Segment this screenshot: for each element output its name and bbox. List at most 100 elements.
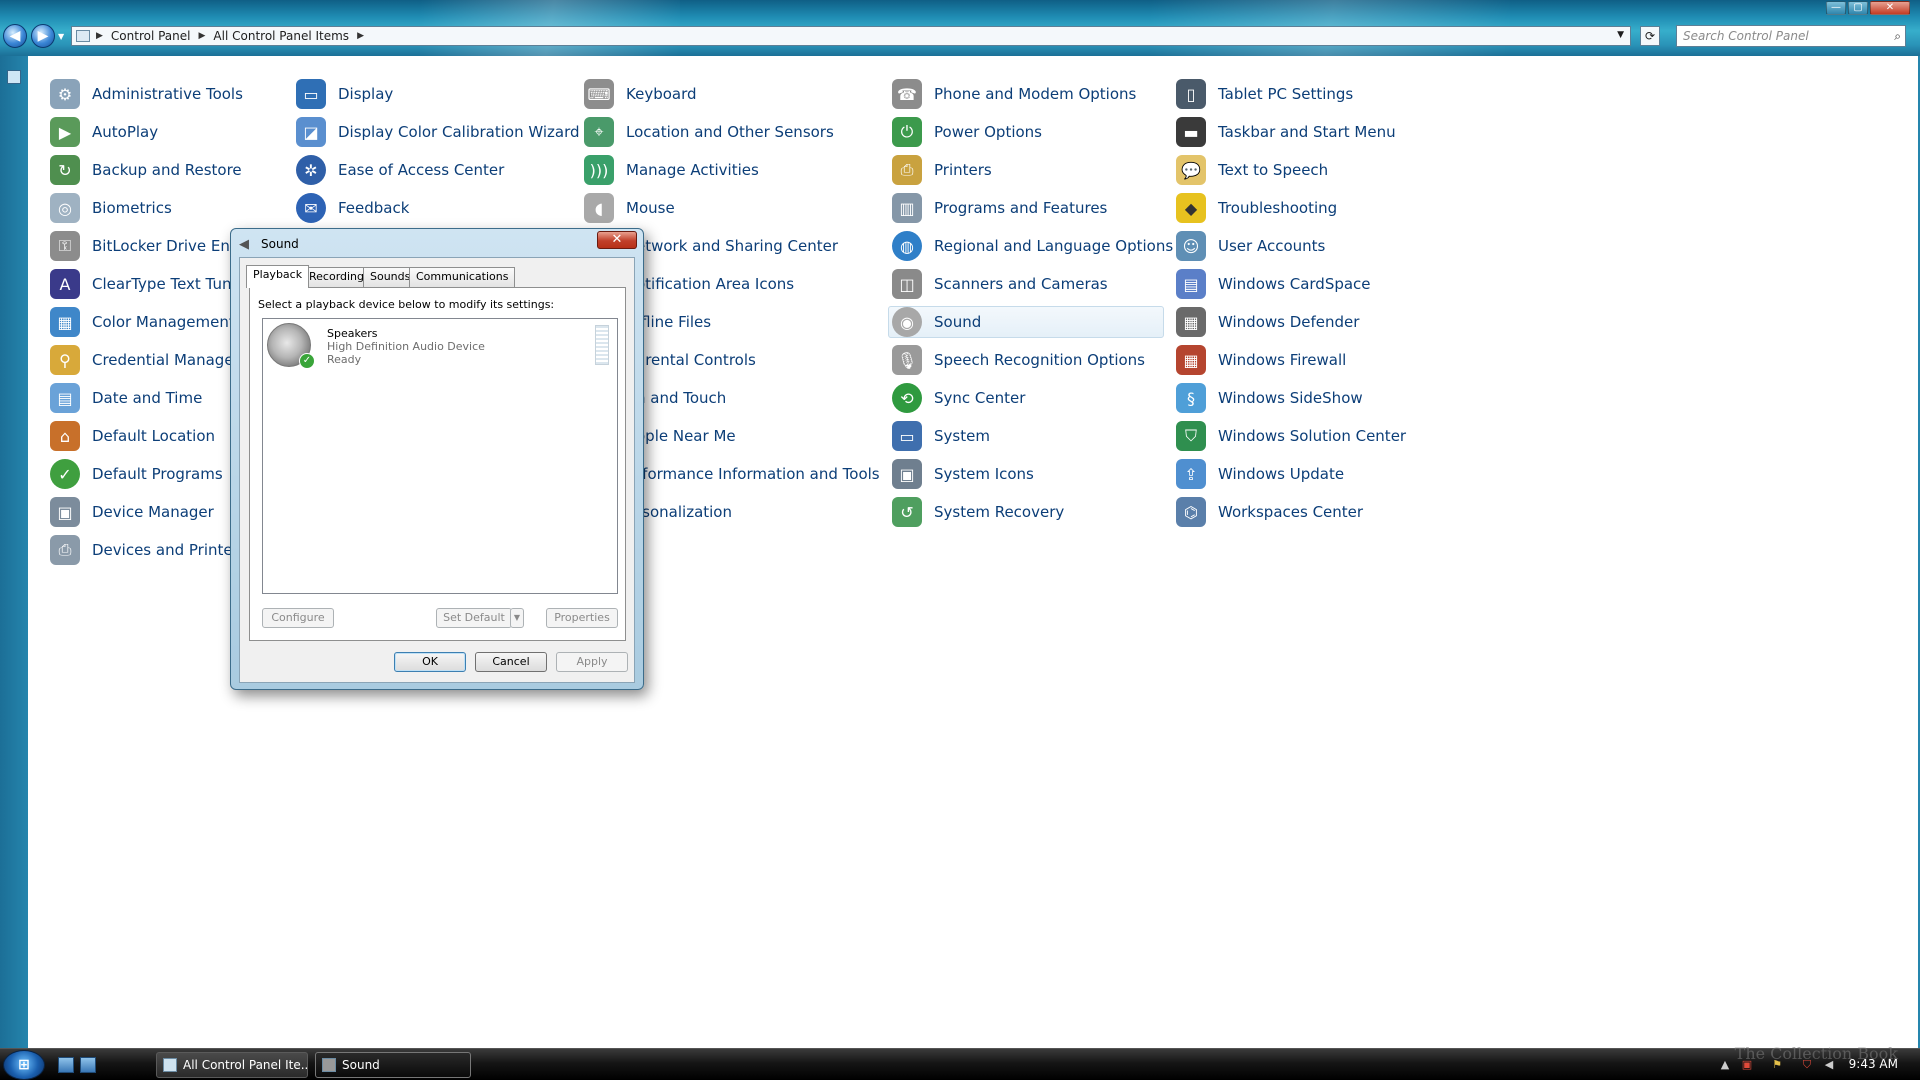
- cp-item-label: Color Management: [92, 313, 235, 331]
- tab-recording[interactable]: Recording: [302, 267, 372, 287]
- address-dropdown-icon[interactable]: ▼: [1617, 30, 1624, 40]
- cp-item[interactable]: ▤ Date and Time: [50, 382, 202, 414]
- ok-button[interactable]: OK: [394, 652, 466, 672]
- cp-item[interactable]: ⌂ Default Location: [50, 420, 215, 452]
- cp-item[interactable]: ▣ System Icons: [892, 458, 1034, 490]
- cp-item[interactable]: ⇪ Windows Update: [1176, 458, 1344, 490]
- set-default-dropdown-icon[interactable]: ▼: [510, 608, 524, 628]
- cp-item[interactable]: ▭ System: [892, 420, 990, 452]
- cp-item[interactable]: rformance Information and Tools: [636, 458, 880, 490]
- back-button[interactable]: ◀: [3, 24, 27, 48]
- device-item[interactable]: ✓ Speakers High Definition Audio Device …: [263, 319, 617, 375]
- forward-button[interactable]: ▶: [31, 24, 55, 48]
- maximize-button[interactable]: ▢: [1848, 1, 1868, 15]
- show-desktop-icon[interactable]: [58, 1057, 74, 1073]
- cp-item[interactable]: ◪ Display Color Calibration Wizard: [296, 116, 580, 148]
- apply-button[interactable]: Apply: [556, 652, 628, 672]
- cp-item[interactable]: ◆ Troubleshooting: [1176, 192, 1337, 224]
- cp-item[interactable]: ▦ Windows Defender: [1176, 306, 1359, 338]
- configure-button[interactable]: Configure: [262, 608, 334, 628]
- cp-item[interactable]: ◍ Regional and Language Options: [892, 230, 1173, 262]
- cp-item[interactable]: ⏻ Power Options: [892, 116, 1042, 148]
- breadcrumb-control-panel[interactable]: Control Panel: [103, 29, 199, 43]
- recent-pages-dropdown-icon[interactable]: ▼: [58, 32, 64, 41]
- switch-windows-icon[interactable]: [80, 1057, 96, 1073]
- cp-item[interactable]: ▶ AutoPlay: [50, 116, 158, 148]
- device-manager-icon: ▣: [50, 497, 80, 527]
- ease-of-access-icon: ✲: [296, 155, 326, 185]
- start-button[interactable]: ⊞: [3, 1050, 45, 1080]
- cp-item[interactable]: ⟲ Sync Center: [892, 382, 1025, 414]
- properties-button[interactable]: Properties: [546, 608, 618, 628]
- cp-item[interactable]: ◖ Mouse: [584, 192, 675, 224]
- cp-item[interactable]: ⚲ Credential Manager: [50, 344, 240, 376]
- cp-item[interactable]: etwork and Sharing Center: [636, 230, 838, 262]
- control-panel-icon: [163, 1058, 177, 1072]
- cp-item[interactable]: ↻ Backup and Restore: [50, 154, 242, 186]
- cp-item[interactable]: ⛉ Windows Solution Center: [1176, 420, 1406, 452]
- cp-item[interactable]: ⎙ Devices and Printers: [50, 534, 247, 566]
- breadcrumb-separator-icon[interactable]: ▶: [357, 31, 364, 41]
- cp-item[interactable]: ↺ System Recovery: [892, 496, 1064, 528]
- cp-item[interactable]: ▬ Taskbar and Start Menu: [1176, 116, 1396, 148]
- cp-item[interactable]: ▦ Color Management: [50, 306, 235, 338]
- breadcrumb-all-items[interactable]: All Control Panel Items: [205, 29, 357, 43]
- refresh-button[interactable]: ⟳: [1640, 26, 1660, 46]
- playback-device-list[interactable]: ✓ Speakers High Definition Audio Device …: [262, 318, 618, 594]
- cp-item[interactable]: ▣ Device Manager: [50, 496, 214, 528]
- cp-item[interactable]: ffline Files: [636, 306, 711, 338]
- cp-item[interactable]: § Windows SideShow: [1176, 382, 1363, 414]
- cp-item[interactable]: 💬 Text to Speech: [1176, 154, 1328, 186]
- cp-item[interactable]: ▥ Programs and Features: [892, 192, 1107, 224]
- cp-item[interactable]: ◫ Scanners and Cameras: [892, 268, 1108, 300]
- minimize-button[interactable]: —: [1826, 1, 1846, 15]
- search-icon[interactable]: ⌕: [1894, 26, 1901, 46]
- cp-item[interactable]: ▦ Windows Firewall: [1176, 344, 1346, 376]
- breadcrumb-separator-icon[interactable]: ▶: [96, 31, 103, 41]
- cp-item[interactable]: ✓ Default Programs: [50, 458, 223, 490]
- cp-item-label: Default Programs: [92, 465, 223, 483]
- cp-item[interactable]: ◎ Biometrics: [50, 192, 172, 224]
- cp-item[interactable]: ⌨ Keyboard: [584, 78, 697, 110]
- tray-overflow-icon[interactable]: ▲: [1718, 1058, 1732, 1072]
- cp-item[interactable]: ☺ User Accounts: [1176, 230, 1325, 262]
- close-button[interactable]: ✕: [1870, 1, 1910, 15]
- cp-item[interactable]: ople Near Me: [636, 420, 736, 452]
- cp-item[interactable]: ⚿ BitLocker Drive Enc: [50, 230, 238, 262]
- cp-item[interactable]: ✉ Feedback: [296, 192, 409, 224]
- tab-playback[interactable]: Playback: [246, 265, 310, 288]
- address-bar[interactable]: ▶ Control Panel ▶ All Control Panel Item…: [71, 26, 1631, 46]
- cp-item[interactable]: ⌖ Location and Other Sensors: [584, 116, 834, 148]
- cp-item-label: Windows Solution Center: [1218, 427, 1407, 445]
- taskbar-item-control-panel[interactable]: All Control Panel Ite...: [156, 1052, 308, 1078]
- cancel-button[interactable]: Cancel: [475, 652, 547, 672]
- cp-item-label: Speech Recognition Options: [934, 351, 1145, 369]
- cp-item[interactable]: ▯ Tablet PC Settings: [1176, 78, 1353, 110]
- cp-item[interactable]: ☎ Phone and Modem Options: [892, 78, 1136, 110]
- view-options-icon[interactable]: [7, 70, 21, 84]
- cp-item[interactable]: ⚙ Administrative Tools: [50, 78, 243, 110]
- taskbar-item-sound[interactable]: Sound: [315, 1052, 471, 1078]
- cp-item[interactable]: ▤ Windows CardSpace: [1176, 268, 1371, 300]
- cp-item[interactable]: arental Controls: [636, 344, 756, 376]
- dialog-close-button[interactable]: ✕: [597, 231, 637, 249]
- cp-item[interactable]: ))) Manage Activities: [584, 154, 759, 186]
- volume-level-meter: [595, 325, 609, 365]
- set-default-button[interactable]: Set Default: [436, 608, 512, 628]
- cp-item[interactable]: ▭ Display: [296, 78, 393, 110]
- search-placeholder: Search Control Panel: [1683, 29, 1809, 43]
- cp-item[interactable]: A ClearType Text Tuni: [50, 268, 236, 300]
- cp-item[interactable]: n and Touch: [636, 382, 726, 414]
- cp-item[interactable]: rsonalization: [636, 496, 732, 528]
- breadcrumb-separator-icon[interactable]: ▶: [199, 31, 206, 41]
- cp-item-label: Display Color Calibration Wizard: [338, 123, 580, 141]
- cp-item[interactable]: ⌬ Workspaces Center: [1176, 496, 1363, 528]
- cp-item-sound-selected[interactable]: ◉ Sound: [888, 306, 1164, 338]
- cp-item[interactable]: 🎙 Speech Recognition Options: [892, 344, 1145, 376]
- tab-communications[interactable]: Communications: [409, 267, 516, 287]
- cp-item[interactable]: ⎙ Printers: [892, 154, 992, 186]
- cp-item[interactable]: otification Area Icons: [636, 268, 794, 300]
- cp-item[interactable]: ✲ Ease of Access Center: [296, 154, 504, 186]
- search-input[interactable]: Search Control Panel ⌕: [1676, 25, 1906, 47]
- left-frame: [0, 56, 28, 1048]
